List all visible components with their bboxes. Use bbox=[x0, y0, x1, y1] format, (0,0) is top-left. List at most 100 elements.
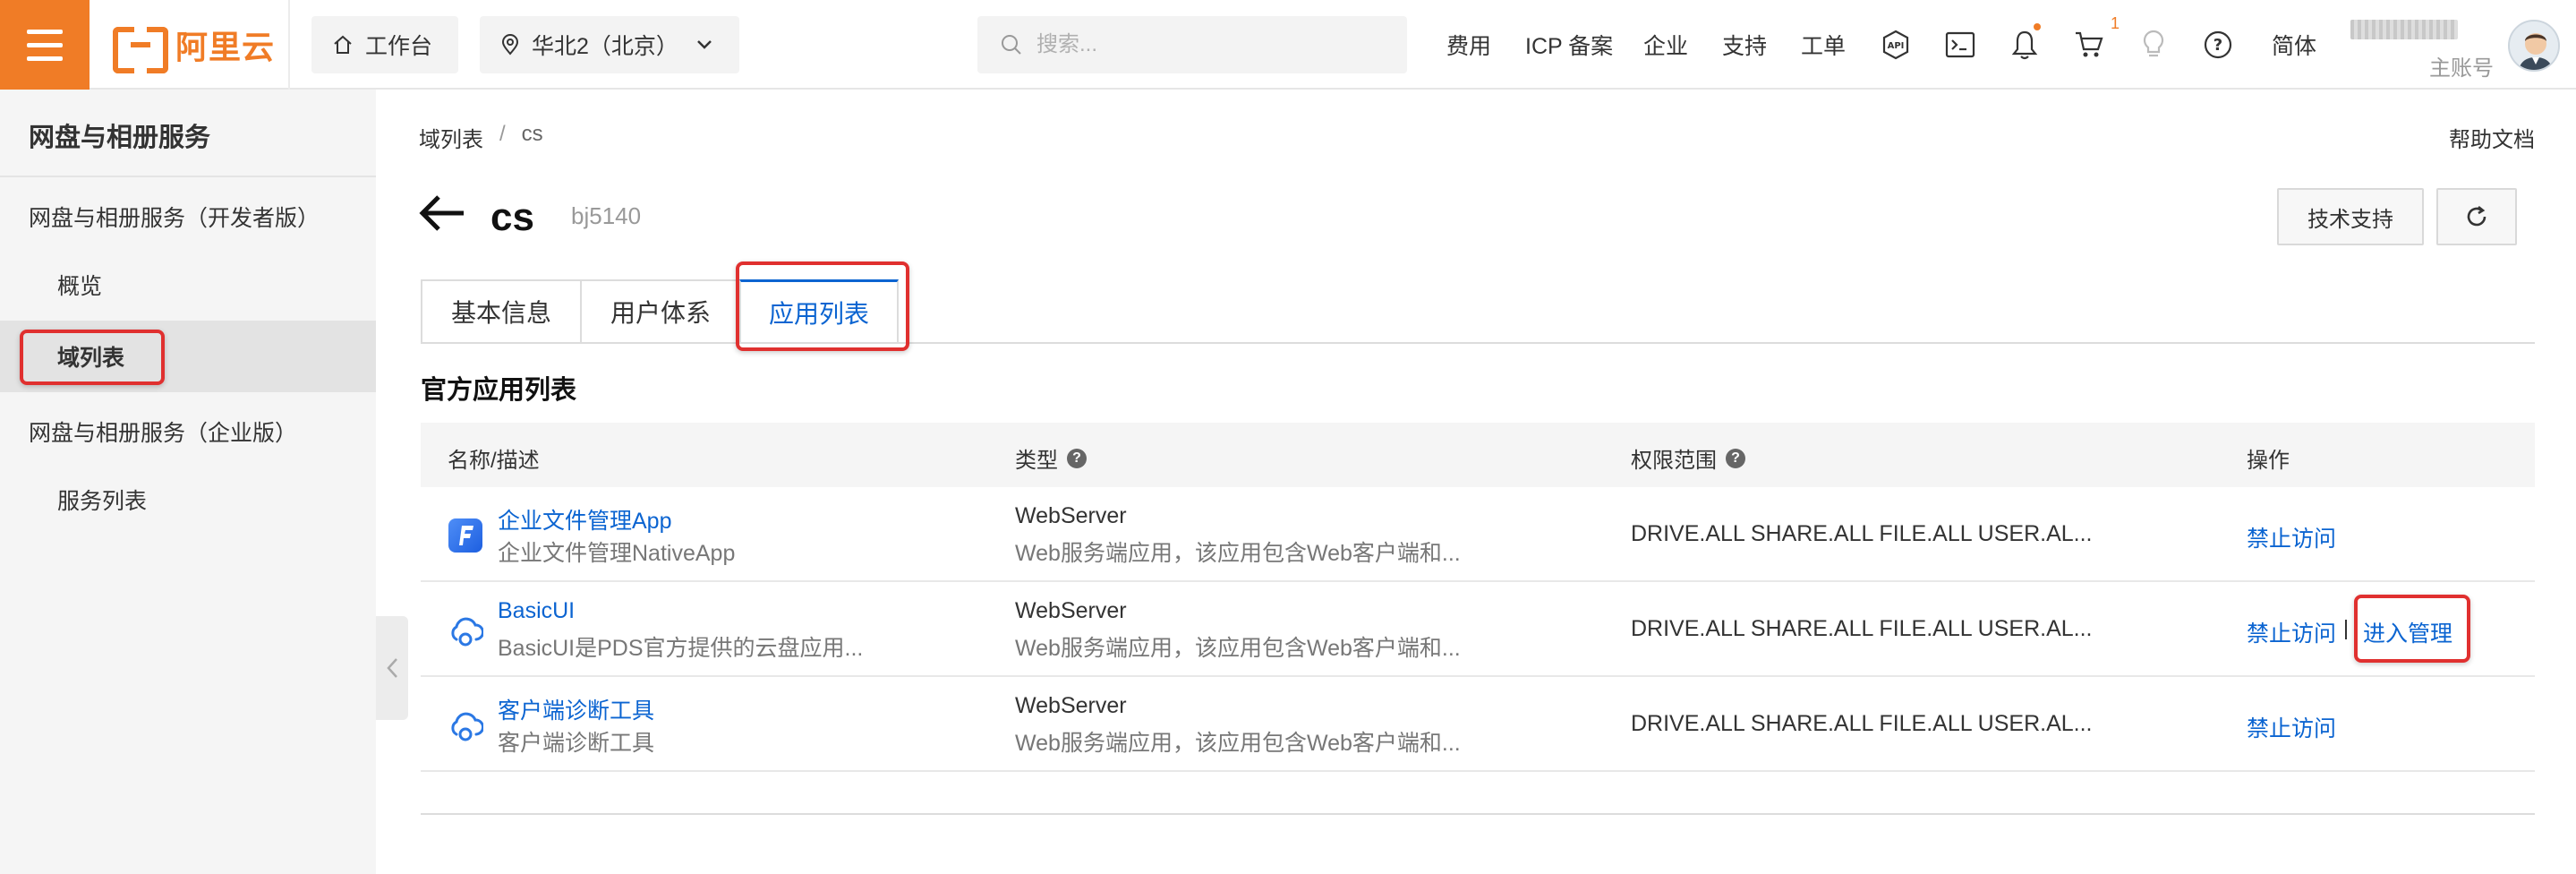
page-id: bj5140 bbox=[571, 202, 642, 229]
terminal-icon[interactable] bbox=[1942, 27, 1978, 63]
action-separator bbox=[2345, 620, 2347, 639]
enter-management-link[interactable]: 进入管理 bbox=[2363, 616, 2452, 648]
tab-bar: 基本信息 用户体系 应用列表 bbox=[421, 279, 899, 344]
table-row: 企业文件管理App 企业文件管理NativeApp WebServer Web服… bbox=[421, 487, 2535, 582]
avatar[interactable] bbox=[2508, 20, 2560, 72]
svg-text:?: ? bbox=[2213, 36, 2222, 55]
sidebar-title: 网盘与相册服务 bbox=[29, 124, 211, 152]
refresh-button[interactable] bbox=[2436, 188, 2517, 245]
region-label: 华北2（北京） bbox=[532, 34, 678, 59]
help-icon[interactable]: ? bbox=[2200, 27, 2236, 63]
api-icon[interactable]: API bbox=[1878, 27, 1914, 63]
app-name-link[interactable]: BasicUI bbox=[498, 598, 575, 624]
cloud-icon bbox=[451, 617, 483, 647]
cart-icon[interactable] bbox=[2071, 27, 2107, 63]
sidebar-group-enterprise[interactable]: 网盘与相册服务（企业版） bbox=[29, 416, 297, 448]
disable-access-link[interactable]: 禁止访问 bbox=[2247, 711, 2336, 743]
sidebar-item-overview[interactable]: 概览 bbox=[0, 249, 376, 321]
column-header-name-label: 名称/描述 bbox=[448, 449, 540, 473]
divider bbox=[421, 813, 2535, 815]
app-type-description: Web服务端应用，该应用包含Web客户端和... bbox=[1015, 541, 1461, 566]
sidebar-group-developer[interactable]: 网盘与相册服务（开发者版） bbox=[29, 201, 320, 233]
back-arrow-icon[interactable] bbox=[419, 193, 465, 233]
app-table: 名称/描述 类型? 权限范围? 操作 企业文件管理App 企业文件管理Nativ… bbox=[421, 423, 2535, 772]
nav-link-billing[interactable]: 费用 bbox=[1446, 29, 1491, 61]
column-header-name: 名称/描述 bbox=[448, 442, 540, 474]
tab-app-list[interactable]: 应用列表 bbox=[739, 279, 899, 344]
disable-access-link[interactable]: 禁止访问 bbox=[2247, 521, 2336, 553]
divider bbox=[288, 0, 290, 90]
menu-icon[interactable] bbox=[0, 0, 90, 90]
app-scope: DRIVE.ALL SHARE.ALL FILE.ALL USER.AL... bbox=[1631, 521, 2093, 546]
svg-text:API: API bbox=[1888, 41, 1905, 51]
account-info[interactable]: 主账号 bbox=[2350, 16, 2494, 81]
location-icon bbox=[501, 34, 519, 56]
app-type-description: Web服务端应用，该应用包含Web客户端和... bbox=[1015, 731, 1461, 756]
app-description: 客户端诊断工具 bbox=[498, 731, 655, 756]
search-input[interactable] bbox=[1036, 32, 1377, 57]
table-row: BasicUI BasicUI是PDS官方提供的云盘应用... WebServe… bbox=[421, 582, 2535, 677]
nav-link-icp[interactable]: ICP 备案 bbox=[1525, 29, 1613, 61]
help-icon[interactable]: ? bbox=[1726, 448, 1745, 468]
column-header-scope: 权限范围? bbox=[1631, 442, 1745, 474]
breadcrumb-current: cs bbox=[521, 122, 543, 146]
app-description: BasicUI是PDS官方提供的云盘应用... bbox=[498, 636, 864, 661]
nav-link-support[interactable]: 支持 bbox=[1722, 29, 1767, 61]
logo-text: 阿里云 bbox=[175, 29, 276, 65]
breadcrumb-separator: / bbox=[499, 122, 506, 146]
app-type: WebServer bbox=[1015, 598, 1127, 623]
app-type: WebServer bbox=[1015, 693, 1127, 718]
logo-mark bbox=[113, 27, 168, 73]
nav-link-ticket[interactable]: 工单 bbox=[1801, 29, 1846, 61]
top-bar: 阿里云 工作台 华北2（北京） 费用 ICP 备案 企业 支持 工单 API 1… bbox=[0, 0, 2576, 90]
tab-basic-info[interactable]: 基本信息 bbox=[421, 279, 580, 344]
app-scope: DRIVE.ALL SHARE.ALL FILE.ALL USER.AL... bbox=[1631, 711, 2093, 736]
tech-support-button[interactable]: 技术支持 bbox=[2277, 188, 2424, 245]
column-header-actions: 操作 bbox=[2247, 442, 2290, 474]
table-header: 名称/描述 类型? 权限范围? 操作 bbox=[421, 423, 2535, 487]
cart-count-badge: 1 bbox=[2111, 14, 2120, 32]
app-description: 企业文件管理NativeApp bbox=[498, 541, 736, 566]
help-doc-link[interactable]: 帮助文档 bbox=[2449, 122, 2535, 153]
column-header-actions-label: 操作 bbox=[2247, 449, 2290, 473]
nav-link-enterprise[interactable]: 企业 bbox=[1643, 29, 1688, 61]
account-role: 主账号 bbox=[2429, 56, 2494, 81]
bell-icon[interactable] bbox=[2007, 23, 2043, 63]
search-icon bbox=[1002, 35, 1021, 55]
region-selector[interactable]: 华北2（北京） bbox=[480, 16, 739, 73]
search-box[interactable] bbox=[977, 16, 1407, 73]
column-header-type-label: 类型 bbox=[1015, 449, 1058, 473]
workbench-label: 工作台 bbox=[365, 34, 433, 59]
app-f-icon bbox=[448, 518, 482, 553]
disable-access-link[interactable]: 禁止访问 bbox=[2247, 616, 2336, 648]
workbench-button[interactable]: 工作台 bbox=[311, 16, 458, 73]
app-scope: DRIVE.ALL SHARE.ALL FILE.ALL USER.AL... bbox=[1631, 616, 2093, 641]
column-header-scope-label: 权限范围 bbox=[1631, 449, 1717, 473]
divider bbox=[0, 176, 376, 177]
page-title: cs bbox=[490, 195, 534, 239]
app-type-description: Web服务端应用，该应用包含Web客户端和... bbox=[1015, 636, 1461, 661]
aliyun-logo[interactable]: 阿里云 bbox=[113, 21, 276, 73]
chevron-left-icon bbox=[387, 658, 397, 678]
app-name-link[interactable]: 客户端诊断工具 bbox=[498, 693, 654, 725]
help-icon[interactable]: ? bbox=[1067, 448, 1087, 468]
home-icon bbox=[334, 35, 352, 54]
notification-dot bbox=[2034, 23, 2041, 30]
sidebar-item-service-list[interactable]: 服务列表 bbox=[0, 464, 376, 536]
section-title: 官方应用列表 bbox=[421, 376, 577, 405]
breadcrumb-domain-list[interactable]: 域列表 bbox=[419, 122, 483, 153]
refresh-icon bbox=[2467, 205, 2486, 227]
lightbulb-icon[interactable] bbox=[2136, 27, 2171, 63]
app-name-link[interactable]: 企业文件管理App bbox=[498, 503, 671, 536]
language-switch[interactable]: 简体 bbox=[2272, 29, 2316, 61]
sidebar-item-domain-list[interactable]: 域列表 bbox=[0, 321, 376, 392]
breadcrumb: 域列表 / cs bbox=[419, 122, 543, 153]
chevron-down-icon bbox=[697, 40, 712, 49]
sidebar-collapse-toggle[interactable] bbox=[376, 616, 408, 720]
sidebar: 网盘与相册服务 网盘与相册服务（开发者版） 概览 域列表 网盘与相册服务（企业版… bbox=[0, 90, 376, 874]
account-name-blurred bbox=[2350, 20, 2458, 39]
cloud-icon bbox=[451, 712, 483, 741]
column-header-type: 类型? bbox=[1015, 442, 1087, 474]
table-row: 客户端诊断工具 客户端诊断工具 WebServer Web服务端应用，该应用包含… bbox=[421, 677, 2535, 772]
tab-user-system[interactable]: 用户体系 bbox=[580, 279, 739, 344]
